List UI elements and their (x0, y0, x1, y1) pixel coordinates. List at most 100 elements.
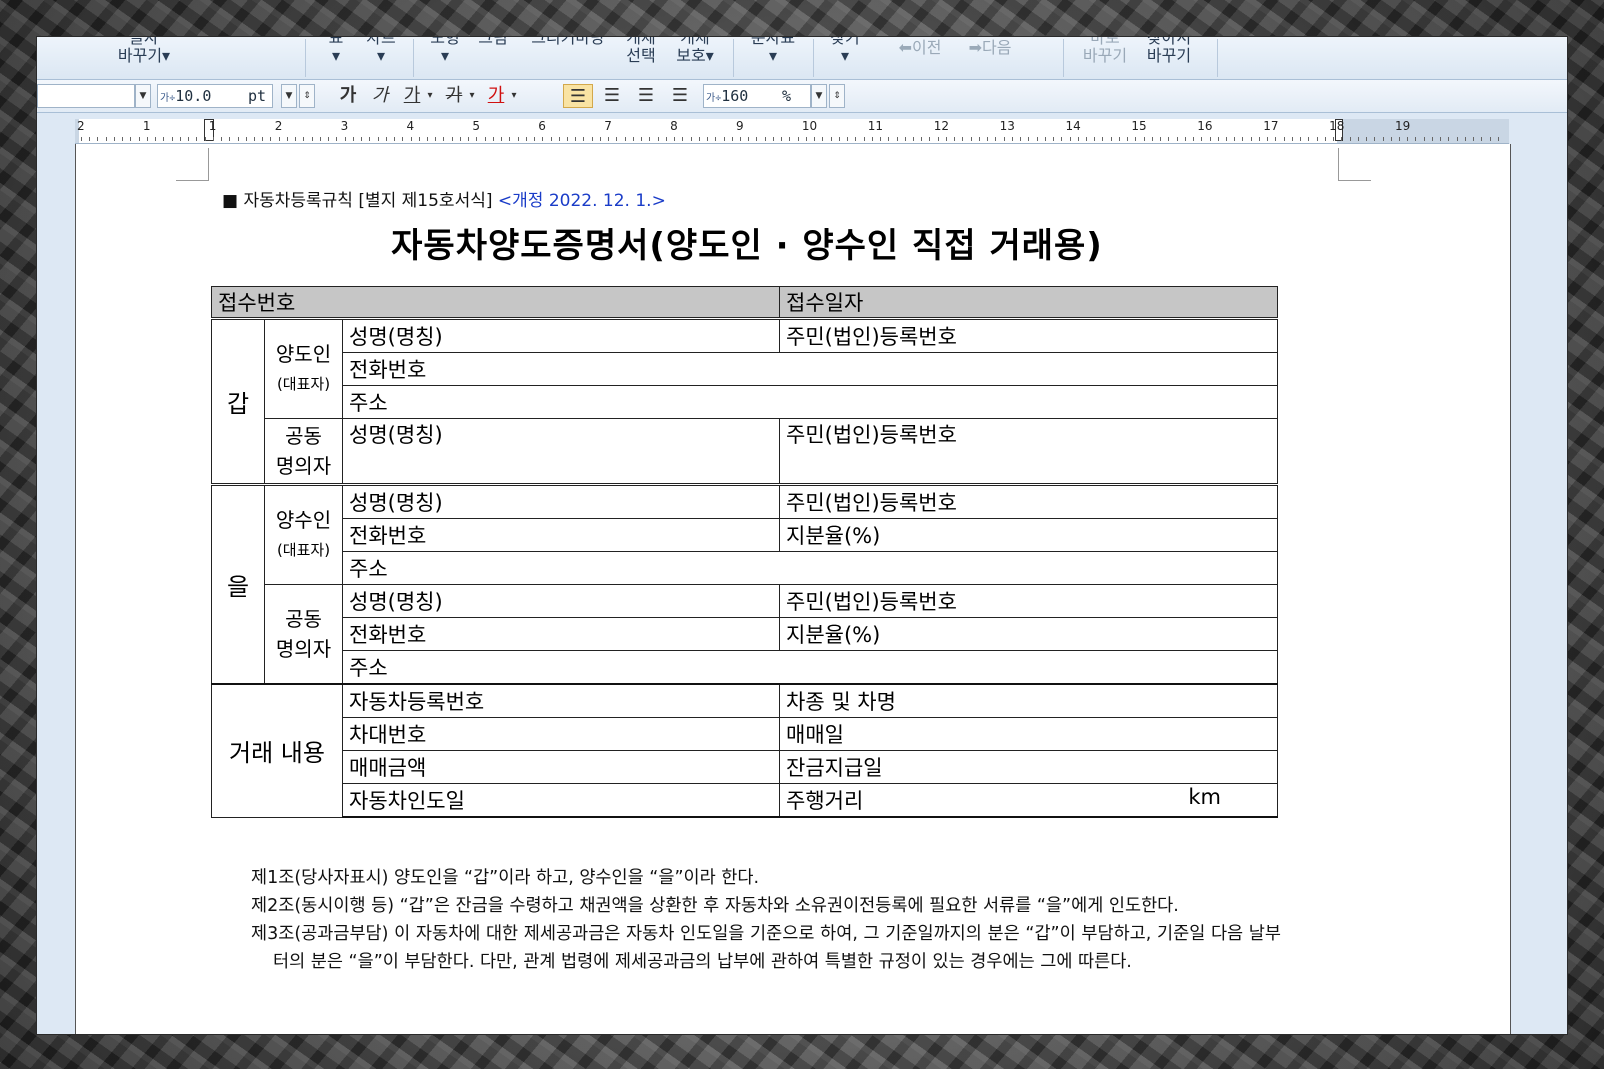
receipt-date-cell[interactable]: 접수일자 (779, 286, 1278, 320)
ribbon-quick-replace-button[interactable]: 바로 바꾸기 (1077, 37, 1133, 79)
transferee-address-field[interactable]: 주소 (342, 551, 1278, 585)
ruler-tick (550, 137, 552, 141)
line-spacing-unit: % (782, 87, 792, 105)
ribbon: 글자 바꾸기▾ 표 ▾ 차트 ▾ 도형 ▾ 그림 그리기마당 개체 선택 개체 … (37, 37, 1567, 80)
ribbon-char-replace-button[interactable]: 글자 바꾸기▾ (109, 37, 179, 79)
underline-button[interactable]: 가 (401, 84, 423, 108)
ruler-tick (130, 137, 132, 141)
line-spacing-spinner[interactable]: ⇕ (829, 84, 845, 108)
font-unit-dropdown[interactable]: ▼ (281, 84, 297, 108)
ribbon-chart-button[interactable]: 차트 ▾ (359, 37, 403, 79)
font-name-combo[interactable] (37, 84, 135, 108)
ruler-tick (542, 137, 544, 141)
contract-clauses: 제1조(당사자표시) 양도인을 “갑”이라 하고, 양수인을 “을”이라 한다.… (251, 864, 1281, 976)
ribbon-find-button[interactable]: 찾기 ▾ (825, 37, 865, 79)
ruler-tick (1349, 137, 1351, 141)
ruler-tick (328, 137, 330, 141)
transferee-share-field[interactable]: 지분율(%) (779, 518, 1278, 552)
ruler-number: 1 (208, 119, 217, 133)
ruler-tick (311, 137, 313, 141)
ribbon-prev-button[interactable]: ⬅이전 (885, 39, 955, 81)
font-color-dropdown-icon[interactable]: ▾ (507, 84, 521, 108)
line-spacing-input[interactable]: 가÷160% (703, 84, 811, 108)
ribbon-drawing-button[interactable]: 그리기마당 (521, 37, 615, 79)
sale-amount-field[interactable]: 매매금액 (342, 750, 780, 784)
font-size-input[interactable]: 가÷10.0 pt (157, 84, 273, 108)
eul-coowner-share-field[interactable]: 지분율(%) (779, 617, 1278, 651)
ruler-tick (1399, 137, 1400, 141)
ruler-tick (1250, 137, 1252, 141)
transferee-name-field[interactable]: 성명(명칭) (342, 483, 780, 519)
transferee-regno-field[interactable]: 주민(법인)등록번호 (779, 483, 1278, 519)
ribbon-next-button[interactable]: ➡다음 (955, 39, 1025, 81)
ribbon-separator (733, 39, 734, 77)
vehicle-regno-field[interactable]: 자동차등록번호 (342, 683, 780, 718)
document-page[interactable]: ■ 자동차등록규칙 [별지 제15호서식] <개정 2022. 12. 1.> … (75, 144, 1511, 1034)
italic-button[interactable]: 가 (369, 84, 391, 108)
vin-field[interactable]: 차대번호 (342, 717, 780, 751)
ribbon-symbol-button[interactable]: 문자표 ▾ (743, 37, 803, 79)
ruler-tick (1283, 137, 1285, 141)
delivery-date-field[interactable]: 자동차인도일 (342, 783, 780, 818)
ruler-tick (1267, 137, 1269, 141)
bold-button[interactable]: 가 (337, 84, 359, 108)
sale-date-field[interactable]: 매매일 (779, 717, 1278, 751)
ribbon-shape-button[interactable]: 도형 ▾ (423, 37, 467, 79)
strike-button[interactable]: 가 (443, 84, 465, 108)
transferor-phone-field[interactable]: 전화번호 (342, 352, 1278, 386)
representative-text: (대표자) (276, 541, 331, 559)
ribbon-prev-label: 이전 (911, 38, 942, 57)
underline-dropdown-icon[interactable]: ▾ (423, 84, 437, 108)
align-justify-icon[interactable]: ☰ (563, 84, 593, 108)
ribbon-label-bottom: 선택 (626, 46, 656, 65)
ribbon-table-button[interactable]: 표 ▾ (322, 37, 350, 79)
receipt-number-cell[interactable]: 접수번호 (211, 286, 780, 320)
ruler-tick (723, 137, 725, 141)
ruler-tick (707, 137, 709, 141)
horizontal-ruler[interactable]: 2 1 1 2 3 4 5 6 7 8 9 10 11 12 13 14 15 16 17 18 19 (75, 119, 1509, 144)
ruler-tick (904, 137, 906, 141)
ruler-tick (756, 137, 758, 141)
table-row: 전화번호 지분율(%) (212, 617, 1278, 651)
transferee-phone-field[interactable]: 전화번호 (342, 518, 780, 552)
ribbon-find-replace-button[interactable]: 찾아서 바꾸기 (1141, 37, 1197, 79)
ruler-tick (1234, 137, 1236, 141)
eul-coowner-name-field[interactable]: 성명(명칭) (342, 584, 780, 618)
ruler-tick (1168, 137, 1170, 141)
align-left-icon[interactable]: ☰ (597, 84, 627, 108)
transferee-text: 양수인 (275, 508, 332, 532)
ribbon-object-select-button[interactable]: 개체 선택 (621, 37, 661, 79)
align-right-icon[interactable]: ☰ (665, 84, 695, 108)
font-name-dropdown[interactable]: ▼ (135, 84, 151, 108)
ruler-tick (1193, 137, 1195, 141)
ruler-number: 11 (867, 119, 884, 133)
font-color-button[interactable]: 가 (485, 84, 507, 108)
ribbon-object-protect-button[interactable]: 개체 보호▾ (667, 37, 723, 79)
vehicle-model-field[interactable]: 차종 및 차명 (779, 683, 1278, 718)
transferor-address-field[interactable]: 주소 (342, 385, 1278, 419)
ruler-tick (847, 137, 849, 141)
transferor-text: 양도인 (275, 342, 332, 366)
eul-coowner-phone-field[interactable]: 전화번호 (342, 617, 780, 651)
ruler-tick (682, 137, 684, 141)
gap-coowner-name-field[interactable]: 성명(명칭) (342, 418, 780, 485)
transaction-label: 거래 내용 (211, 683, 343, 818)
balance-date-field[interactable]: 잔금지급일 (779, 750, 1278, 784)
font-size-spinner[interactable]: ⇕ (299, 84, 315, 108)
ruler-tick (1275, 137, 1277, 141)
eul-coowner-regno-field[interactable]: 주민(법인)등록번호 (779, 584, 1278, 618)
font-size-unit: pt (248, 87, 267, 105)
transferee-label: 양수인 (대표자) (264, 483, 343, 585)
ruler-tick (896, 137, 898, 141)
gap-coowner-regno-field[interactable]: 주민(법인)등록번호 (779, 418, 1278, 485)
line-spacing-dropdown[interactable]: ▼ (811, 84, 827, 108)
ribbon-picture-button[interactable]: 그림 (473, 37, 513, 79)
transferor-regno-field[interactable]: 주민(법인)등록번호 (779, 317, 1278, 353)
strike-dropdown-icon[interactable]: ▾ (465, 84, 479, 108)
mileage-field[interactable]: 주행거리 km (779, 783, 1278, 818)
transferor-name-field[interactable]: 성명(명칭) (342, 317, 780, 353)
ruler-tick (1176, 137, 1178, 141)
eul-coowner-address-field[interactable]: 주소 (342, 650, 1278, 685)
party-eul-label: 을 (211, 483, 265, 685)
align-center-icon[interactable]: ☰ (631, 84, 661, 108)
